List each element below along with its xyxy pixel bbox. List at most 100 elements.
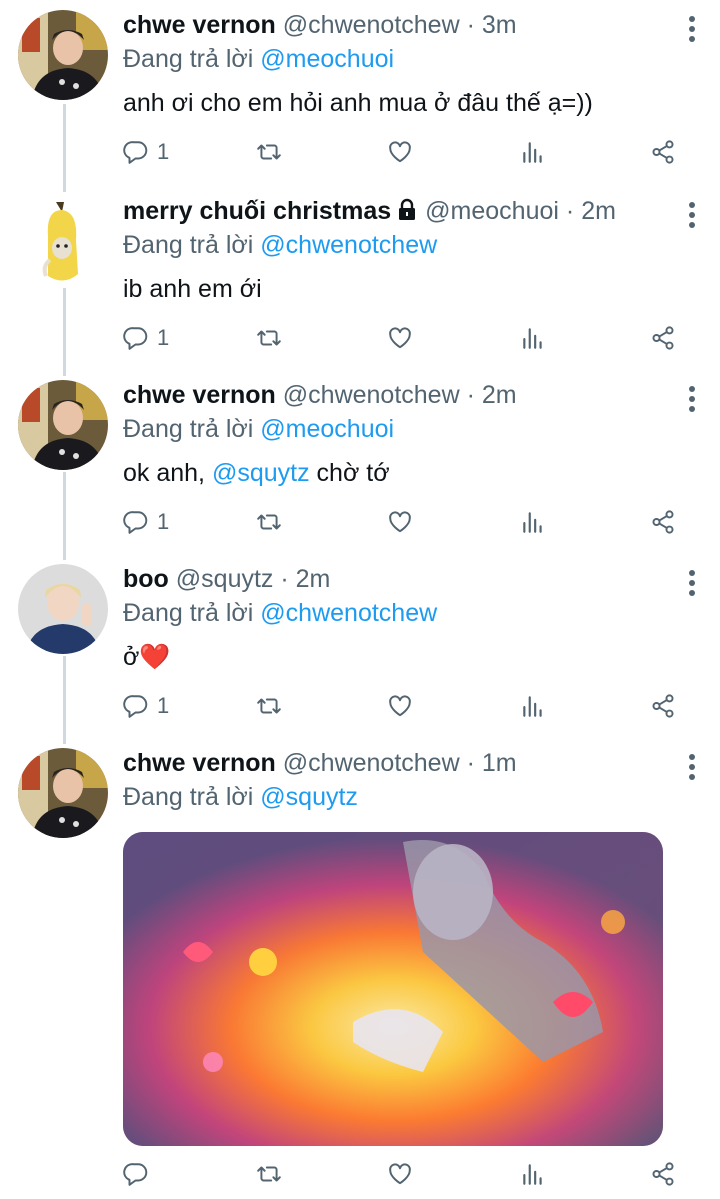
- replying-to-mention[interactable]: @squytz: [260, 783, 358, 811]
- like-button[interactable]: [387, 318, 413, 358]
- reply-button[interactable]: 1: [123, 686, 169, 726]
- timestamp[interactable]: 2m: [581, 197, 616, 225]
- reply-icon: [123, 139, 149, 165]
- replying-to: Đang trả lời @meochuoi: [123, 412, 660, 446]
- timestamp[interactable]: 2m: [482, 381, 517, 409]
- tweet[interactable]: merry chuối christmas @meochuoi · 2m Đang…: [0, 186, 720, 372]
- retweet-icon: [256, 509, 282, 535]
- replying-to: Đang trả lời @meochuoi: [123, 42, 660, 76]
- lock-icon: [399, 198, 416, 220]
- reply-count: 1: [157, 509, 170, 534]
- stats-button[interactable]: [520, 132, 546, 172]
- reply-button[interactable]: 1: [123, 132, 169, 172]
- share-button[interactable]: [650, 1154, 676, 1194]
- retweet-button[interactable]: [256, 686, 282, 726]
- reply-icon: [123, 509, 149, 535]
- user-handle[interactable]: @meochuoi: [425, 197, 559, 225]
- share-icon: [650, 509, 676, 535]
- retweet-button[interactable]: [256, 1154, 282, 1194]
- reply-icon: [123, 1161, 149, 1187]
- tweet-text-part: ok anh,: [123, 459, 212, 487]
- replying-to: Đang trả lời @chwenotchew: [123, 228, 660, 262]
- replying-to: Đang trả lời @squytz: [123, 780, 660, 814]
- share-button[interactable]: [650, 318, 676, 358]
- replying-to-mention[interactable]: @meochuoi: [260, 415, 394, 443]
- retweet-button[interactable]: [256, 318, 282, 358]
- user-handle[interactable]: @chwenotchew: [283, 749, 460, 777]
- display-name[interactable]: boo: [123, 565, 169, 593]
- retweet-button[interactable]: [256, 132, 282, 172]
- more-options-button[interactable]: [688, 754, 696, 780]
- tweet-text: ở❤️: [123, 643, 171, 671]
- reply-icon: [123, 693, 149, 719]
- reply-button[interactable]: 1: [123, 502, 169, 542]
- user-handle[interactable]: @chwenotchew: [283, 11, 460, 39]
- retweet-button[interactable]: [256, 502, 282, 542]
- stats-icon: [520, 693, 546, 719]
- avatar-image: [18, 196, 108, 286]
- timestamp[interactable]: 3m: [482, 11, 517, 39]
- more-options-button[interactable]: [688, 386, 696, 412]
- tweet-header: boo @squytz · 2m: [123, 562, 660, 596]
- replying-to-mention[interactable]: @chwenotchew: [260, 231, 437, 259]
- reply-icon: [123, 325, 149, 351]
- reply-count: 1: [157, 325, 170, 350]
- share-button[interactable]: [650, 132, 676, 172]
- more-vertical-icon: [688, 16, 696, 42]
- share-icon: [650, 139, 676, 165]
- display-name[interactable]: chwe vernon: [123, 381, 276, 409]
- avatar[interactable]: [18, 564, 108, 654]
- replying-to-mention[interactable]: @meochuoi: [260, 45, 394, 73]
- share-button[interactable]: [650, 502, 676, 542]
- action-bar: 1: [123, 318, 680, 358]
- more-options-button[interactable]: [688, 202, 696, 228]
- tweet[interactable]: chwe vernon @chwenotchew · 2m Đang trả l…: [0, 370, 720, 556]
- tweet-mention[interactable]: @squytz: [212, 459, 310, 487]
- more-options-button[interactable]: [688, 16, 696, 42]
- user-handle[interactable]: @chwenotchew: [283, 381, 460, 409]
- display-name[interactable]: chwe vernon: [123, 11, 276, 39]
- more-vertical-icon: [688, 570, 696, 596]
- replying-to: Đang trả lời @chwenotchew: [123, 596, 660, 630]
- tweet-header: merry chuối christmas @meochuoi · 2m: [123, 194, 660, 228]
- action-bar: 1: [123, 132, 680, 172]
- stats-button[interactable]: [520, 502, 546, 542]
- heart-icon: [387, 139, 413, 165]
- avatar-image: [18, 748, 108, 838]
- timestamp[interactable]: 2m: [296, 565, 331, 593]
- like-button[interactable]: [387, 132, 413, 172]
- avatar[interactable]: [18, 748, 108, 838]
- like-button[interactable]: [387, 502, 413, 542]
- separator: ·: [466, 381, 475, 409]
- heart-icon: [387, 325, 413, 351]
- replying-to-label: Đang trả lời: [123, 45, 254, 73]
- more-vertical-icon: [688, 202, 696, 228]
- more-options-button[interactable]: [688, 570, 696, 596]
- tweet-media-image[interactable]: [123, 832, 663, 1146]
- tweet[interactable]: chwe vernon @chwenotchew · 3m Đang trả l…: [0, 0, 720, 192]
- like-button[interactable]: [387, 1154, 413, 1194]
- display-name[interactable]: chwe vernon: [123, 749, 276, 777]
- stats-button[interactable]: [520, 1154, 546, 1194]
- share-icon: [650, 1161, 676, 1187]
- tweet[interactable]: boo @squytz · 2m Đang trả lời @chwenotch…: [0, 554, 720, 740]
- separator: ·: [280, 565, 289, 593]
- reply-button[interactable]: [123, 1154, 149, 1194]
- share-icon: [650, 325, 676, 351]
- action-bar: 1: [123, 502, 680, 542]
- avatar[interactable]: [18, 10, 108, 100]
- like-button[interactable]: [387, 686, 413, 726]
- stats-button[interactable]: [520, 318, 546, 358]
- replying-to-mention[interactable]: @chwenotchew: [260, 599, 437, 627]
- timestamp[interactable]: 1m: [482, 749, 517, 777]
- reply-button[interactable]: 1: [123, 318, 169, 358]
- user-handle[interactable]: @squytz: [176, 565, 274, 593]
- avatar[interactable]: [18, 196, 108, 286]
- display-name[interactable]: merry chuối christmas: [123, 197, 391, 225]
- share-button[interactable]: [650, 686, 676, 726]
- more-vertical-icon: [688, 754, 696, 780]
- avatar[interactable]: [18, 380, 108, 470]
- stats-button[interactable]: [520, 686, 546, 726]
- media-illustration: [123, 832, 663, 1146]
- heart-icon: [387, 509, 413, 535]
